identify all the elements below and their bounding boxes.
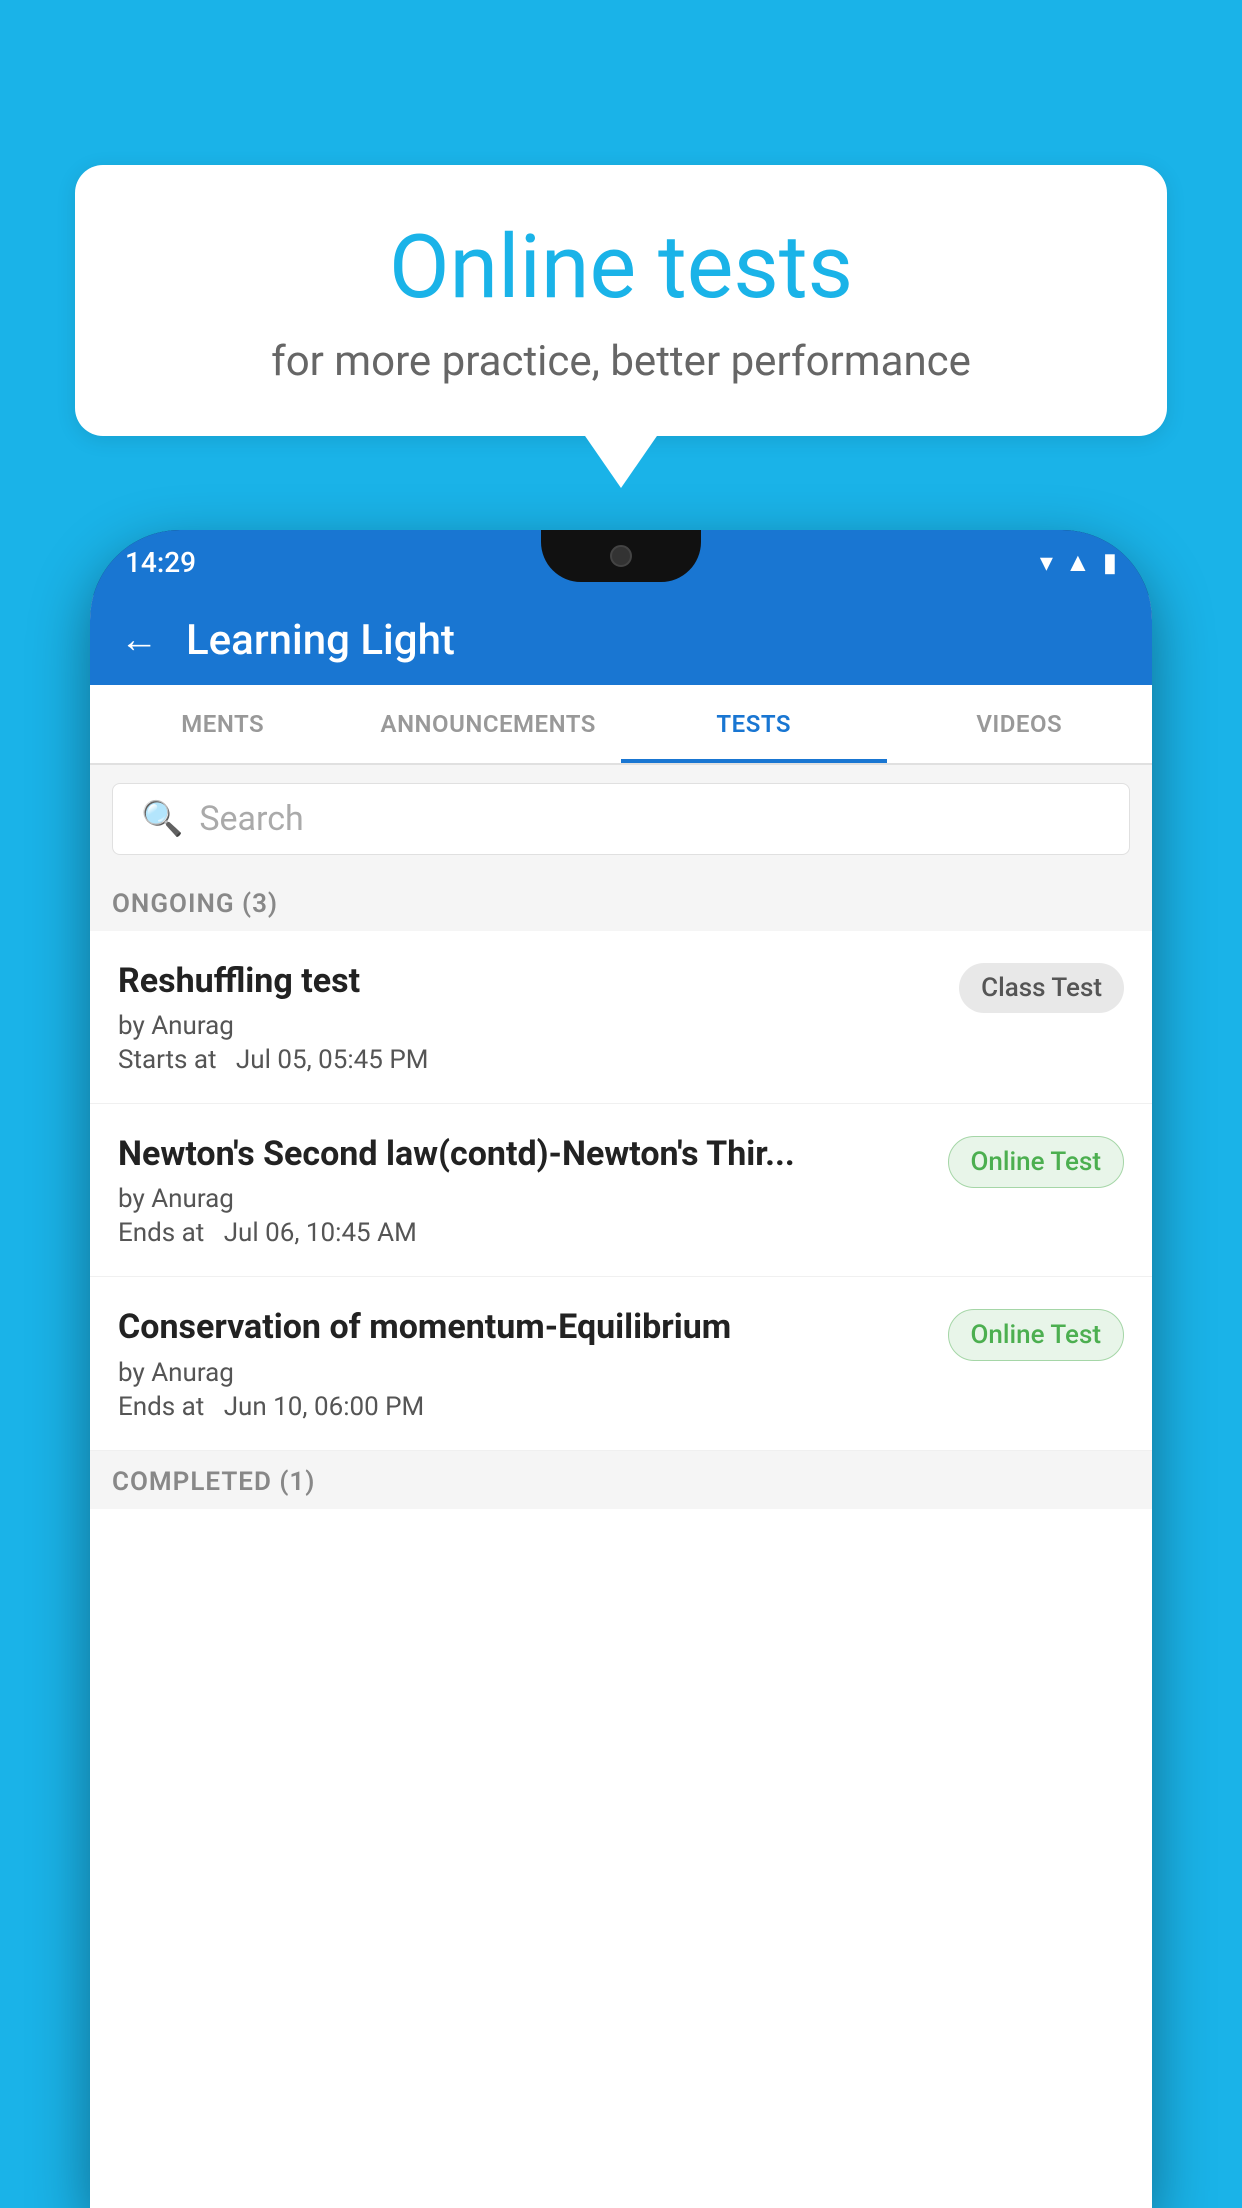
- test-author: by Anurag: [118, 1358, 932, 1388]
- test-author: by Anurag: [118, 1184, 932, 1214]
- tabs-bar: MENTS ANNOUNCEMENTS TESTS VIDEOS: [90, 685, 1152, 765]
- tab-tests[interactable]: TESTS: [621, 685, 887, 763]
- test-badge-class: Class Test: [959, 963, 1124, 1013]
- status-icons: ▾ ▲ ▮: [1040, 547, 1117, 578]
- completed-section-label: COMPLETED (1): [90, 1451, 1152, 1509]
- phone-frame: 14:29 ▾ ▲ ▮ ← Learning Light MENTS ANNOU…: [90, 530, 1152, 2208]
- test-time: Ends at Jun 10, 06:00 PM: [118, 1392, 932, 1422]
- test-time: Ends at Jul 06, 10:45 AM: [118, 1218, 932, 1248]
- status-bar: 14:29 ▾ ▲ ▮: [90, 530, 1152, 595]
- camera-notch: [610, 545, 632, 567]
- app-title: Learning Light: [186, 616, 455, 665]
- test-name: Reshuffling test: [118, 959, 943, 1003]
- wifi-icon: ▾: [1040, 548, 1053, 578]
- search-container: 🔍 Search: [90, 765, 1152, 873]
- test-author: by Anurag: [118, 1011, 943, 1041]
- test-time: Starts at Jul 05, 05:45 PM: [118, 1045, 943, 1075]
- test-badge-online-2: Online Test: [948, 1309, 1125, 1361]
- test-info: Newton's Second law(contd)-Newton's Thir…: [118, 1132, 932, 1248]
- search-icon: 🔍: [141, 799, 183, 839]
- search-box[interactable]: 🔍 Search: [112, 783, 1130, 855]
- tab-ments[interactable]: MENTS: [90, 685, 356, 763]
- signal-icon: ▲: [1065, 547, 1091, 578]
- test-badge-online: Online Test: [948, 1136, 1125, 1188]
- speech-bubble: Online tests for more practice, better p…: [75, 165, 1167, 436]
- tab-announcements[interactable]: ANNOUNCEMENTS: [356, 685, 622, 763]
- app-header: ← Learning Light: [90, 595, 1152, 685]
- phone-screen: ← Learning Light MENTS ANNOUNCEMENTS TES…: [90, 595, 1152, 2208]
- test-info: Conservation of momentum-Equilibrium by …: [118, 1305, 932, 1421]
- status-time: 14:29: [125, 546, 196, 579]
- test-info: Reshuffling test by Anurag Starts at Jul…: [118, 959, 943, 1075]
- test-item[interactable]: Reshuffling test by Anurag Starts at Jul…: [90, 931, 1152, 1104]
- battery-icon: ▮: [1103, 548, 1117, 578]
- test-item[interactable]: Conservation of momentum-Equilibrium by …: [90, 1277, 1152, 1450]
- bubble-subtitle: for more practice, better performance: [135, 337, 1107, 386]
- bubble-title: Online tests: [135, 220, 1107, 317]
- notch: [541, 530, 701, 582]
- test-list: Reshuffling test by Anurag Starts at Jul…: [90, 931, 1152, 1451]
- back-button[interactable]: ←: [120, 618, 158, 662]
- test-name: Newton's Second law(contd)-Newton's Thir…: [118, 1132, 932, 1176]
- tab-videos[interactable]: VIDEOS: [887, 685, 1153, 763]
- screen-content: ← Learning Light MENTS ANNOUNCEMENTS TES…: [90, 595, 1152, 2208]
- test-name: Conservation of momentum-Equilibrium: [118, 1305, 932, 1349]
- ongoing-section-label: ONGOING (3): [90, 873, 1152, 931]
- test-item[interactable]: Newton's Second law(contd)-Newton's Thir…: [90, 1104, 1152, 1277]
- search-placeholder: Search: [199, 799, 303, 839]
